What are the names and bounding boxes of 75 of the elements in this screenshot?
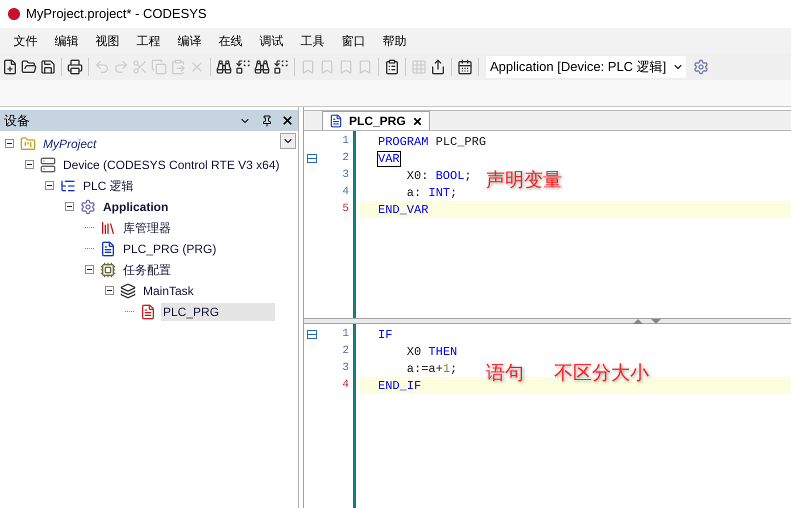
code-line: a: INT; bbox=[406, 184, 458, 202]
window-title: MyProject.project* - CODESYS bbox=[26, 5, 207, 24]
replace-icon[interactable] bbox=[273, 59, 289, 75]
replace-icon[interactable] bbox=[235, 59, 251, 75]
gear-icon[interactable] bbox=[693, 59, 710, 75]
line-number: 4 bbox=[342, 185, 349, 200]
menu-item[interactable]: 编译 bbox=[169, 32, 210, 50]
line-number: 3 bbox=[342, 168, 349, 184]
annotation: 不区分大小 bbox=[554, 362, 649, 386]
tree-item[interactable]: 库管理器 bbox=[121, 218, 173, 236]
tree-item[interactable]: PLC_PRG (PRG) bbox=[121, 240, 218, 258]
menu-item[interactable]: 文件 bbox=[5, 32, 46, 50]
line-number: 5 bbox=[342, 202, 349, 218]
code-line: X0 THEN bbox=[406, 344, 458, 360]
layers-icon bbox=[120, 282, 136, 298]
menu-item[interactable]: 视图 bbox=[87, 32, 128, 50]
binoculars-icon[interactable] bbox=[254, 59, 270, 75]
device-icon bbox=[40, 156, 56, 172]
fold-icon[interactable] bbox=[307, 154, 317, 163]
code-line: X0: BOOL; bbox=[406, 168, 472, 184]
annotation: 语句 bbox=[486, 362, 524, 386]
tree-item[interactable]: PLC_PRG bbox=[161, 302, 276, 320]
line-number: 1 bbox=[342, 134, 349, 150]
export-icon[interactable] bbox=[430, 59, 446, 75]
tree-item[interactable]: MainTask bbox=[141, 282, 196, 300]
menu-item[interactable]: 工具 bbox=[292, 32, 333, 50]
close-icon[interactable] bbox=[412, 116, 423, 126]
printer-icon[interactable] bbox=[67, 59, 83, 75]
menu-item[interactable]: 在线 bbox=[210, 32, 251, 50]
panel-title: 设备 bbox=[4, 112, 31, 130]
save-icon[interactable] bbox=[40, 59, 56, 75]
calendar-icon[interactable] bbox=[457, 59, 473, 75]
folder-icon[interactable] bbox=[21, 59, 37, 75]
tree-item[interactable]: 任务配置 bbox=[121, 260, 173, 278]
dropdown-icon[interactable] bbox=[280, 133, 296, 149]
tree-item[interactable]: MyProject bbox=[41, 134, 98, 152]
menu-item[interactable]: 调试 bbox=[251, 32, 292, 50]
collapse-toggle[interactable] bbox=[85, 265, 94, 274]
binoculars-icon[interactable] bbox=[216, 59, 232, 75]
menu-item[interactable]: 帮助 bbox=[374, 32, 415, 50]
tree-item[interactable]: Application bbox=[101, 198, 170, 216]
gear-icon bbox=[80, 198, 96, 214]
annotation: 声明变量 bbox=[486, 169, 562, 193]
collapse-toggle[interactable] bbox=[105, 286, 114, 295]
code-line: a:=a+1; bbox=[406, 360, 458, 378]
line-number: 1 bbox=[342, 327, 349, 342]
close-icon[interactable] bbox=[281, 114, 294, 127]
pin-icon[interactable] bbox=[261, 114, 273, 126]
app-logo-icon bbox=[8, 8, 20, 20]
collapse-toggle[interactable] bbox=[65, 202, 74, 211]
chip-icon bbox=[100, 262, 116, 278]
code-line: IF bbox=[378, 326, 392, 344]
line-number: 4 bbox=[342, 378, 349, 394]
menu-item[interactable]: 工程 bbox=[128, 32, 169, 50]
books-icon bbox=[100, 220, 116, 236]
code-line: END_IF bbox=[378, 378, 422, 394]
project-icon bbox=[20, 136, 36, 152]
line-number: 3 bbox=[342, 361, 349, 376]
code-line: VAR bbox=[378, 150, 400, 168]
editor-tab[interactable]: PLC_PRG bbox=[322, 111, 430, 130]
collapse-toggle[interactable] bbox=[25, 160, 34, 169]
fold-icon[interactable] bbox=[307, 330, 317, 339]
collapse-toggle[interactable] bbox=[45, 181, 54, 190]
line-number: 2 bbox=[342, 344, 349, 360]
code-line: END_VAR bbox=[378, 202, 428, 218]
collapse-toggle[interactable] bbox=[5, 139, 14, 148]
application-dropdown[interactable]: Application [Device: PLC 逻辑] bbox=[486, 56, 686, 78]
line-number: 2 bbox=[342, 151, 349, 166]
code-line: PROGRAM PLC_PRG bbox=[378, 134, 486, 150]
new-file-icon[interactable] bbox=[2, 59, 18, 75]
tree-item[interactable]: PLC 逻辑 bbox=[81, 176, 136, 194]
menu-item[interactable]: 窗口 bbox=[333, 32, 374, 50]
clipboard-icon[interactable] bbox=[384, 59, 400, 75]
menu-item[interactable]: 编辑 bbox=[46, 32, 87, 50]
tree-item[interactable]: Device (CODESYS Control RTE V3 x64) bbox=[61, 156, 282, 174]
